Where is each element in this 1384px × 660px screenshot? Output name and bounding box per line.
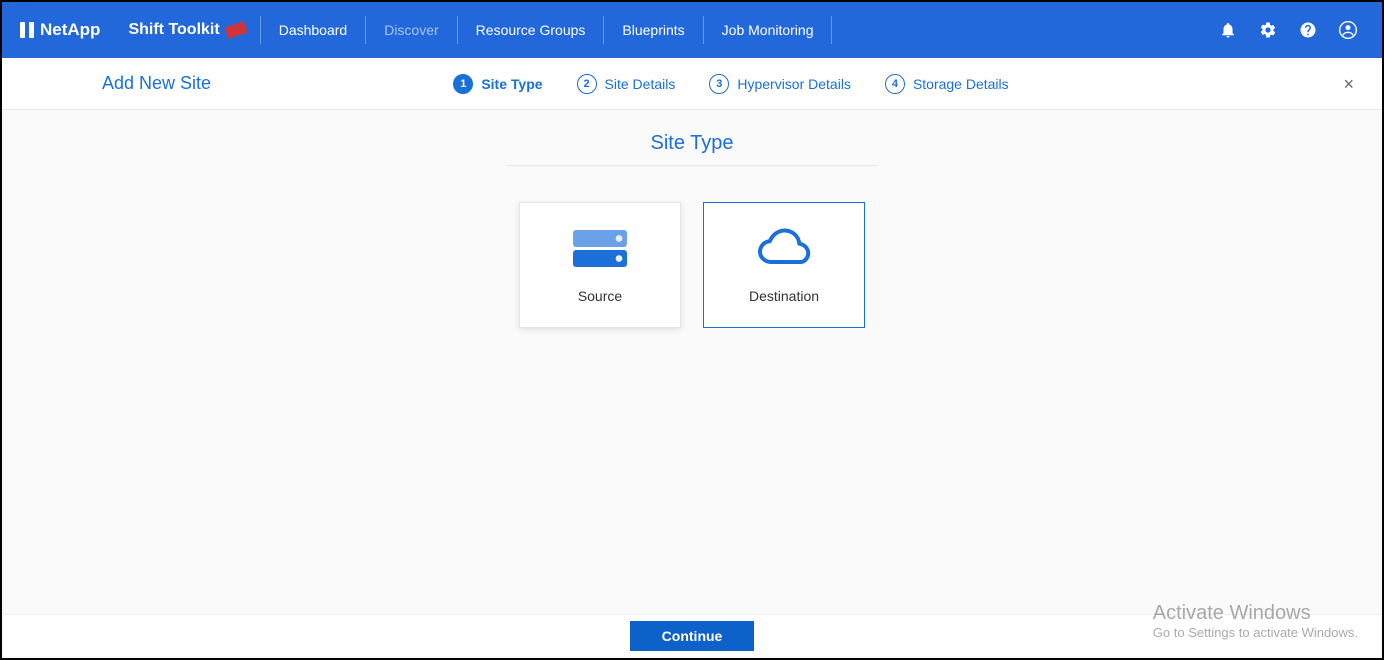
page-title: Add New Site [102,73,211,94]
close-icon[interactable]: × [1343,75,1354,93]
server-icon [567,226,633,272]
site-type-card-destination[interactable]: Destination [703,202,865,328]
nav-item-label: Blueprints [622,22,684,38]
nav-item-discover[interactable]: Discover [365,16,456,44]
preview-badge [224,21,247,39]
step-number: 4 [885,74,905,94]
card-label: Destination [749,288,819,304]
step-storage-details[interactable]: 4 Storage Details [885,74,1009,94]
user-icon[interactable] [1338,20,1358,40]
nav-item-label: Resource Groups [476,22,586,38]
step-site-details[interactable]: 2 Site Details [577,74,676,94]
step-number: 1 [453,74,473,94]
step-hypervisor-details[interactable]: 3 Hypervisor Details [709,74,851,94]
card-label: Source [578,288,622,304]
cloud-icon [751,226,817,272]
nav-item-blueprints[interactable]: Blueprints [603,16,702,44]
step-site-type[interactable]: 1 Site Type [453,74,542,94]
nav-item-label: Discover [384,22,438,38]
step-label: Site Type [481,76,542,92]
step-number: 3 [709,74,729,94]
nav-item-label: Dashboard [279,22,348,38]
nav-item-dashboard[interactable]: Dashboard [260,16,366,44]
product-name: Shift Toolkit [128,21,219,39]
section-title: Site Type [2,132,1382,155]
brand-name: NetApp [40,20,100,40]
site-type-card-source[interactable]: Source [519,202,681,328]
netapp-logo-icon [20,22,34,38]
subheader: Add New Site 1 Site Type 2 Site Details … [2,58,1382,110]
step-label: Hypervisor Details [737,76,851,92]
nav-item-job-monitoring[interactable]: Job Monitoring [703,16,833,44]
stepper: 1 Site Type 2 Site Details 3 Hypervisor … [453,74,1008,94]
step-number: 2 [577,74,597,94]
bell-icon[interactable] [1218,20,1238,40]
gear-icon[interactable] [1258,20,1278,40]
footer: Continue [4,614,1380,656]
nav-icons [1218,20,1366,40]
nav-items: Dashboard Discover Resource Groups Bluep… [260,2,833,58]
continue-button[interactable]: Continue [630,621,754,651]
nav-item-label: Job Monitoring [722,22,814,38]
help-icon[interactable] [1298,20,1318,40]
site-type-cards: Source Destination [2,202,1382,328]
top-nav: NetApp Shift Toolkit Dashboard Discover … [2,2,1382,58]
step-label: Storage Details [913,76,1009,92]
main-content: Site Type Source Destination [2,110,1382,328]
nav-item-resource-groups[interactable]: Resource Groups [457,16,604,44]
brand: NetApp [20,20,100,40]
step-label: Site Details [605,76,676,92]
section-divider [506,165,878,166]
